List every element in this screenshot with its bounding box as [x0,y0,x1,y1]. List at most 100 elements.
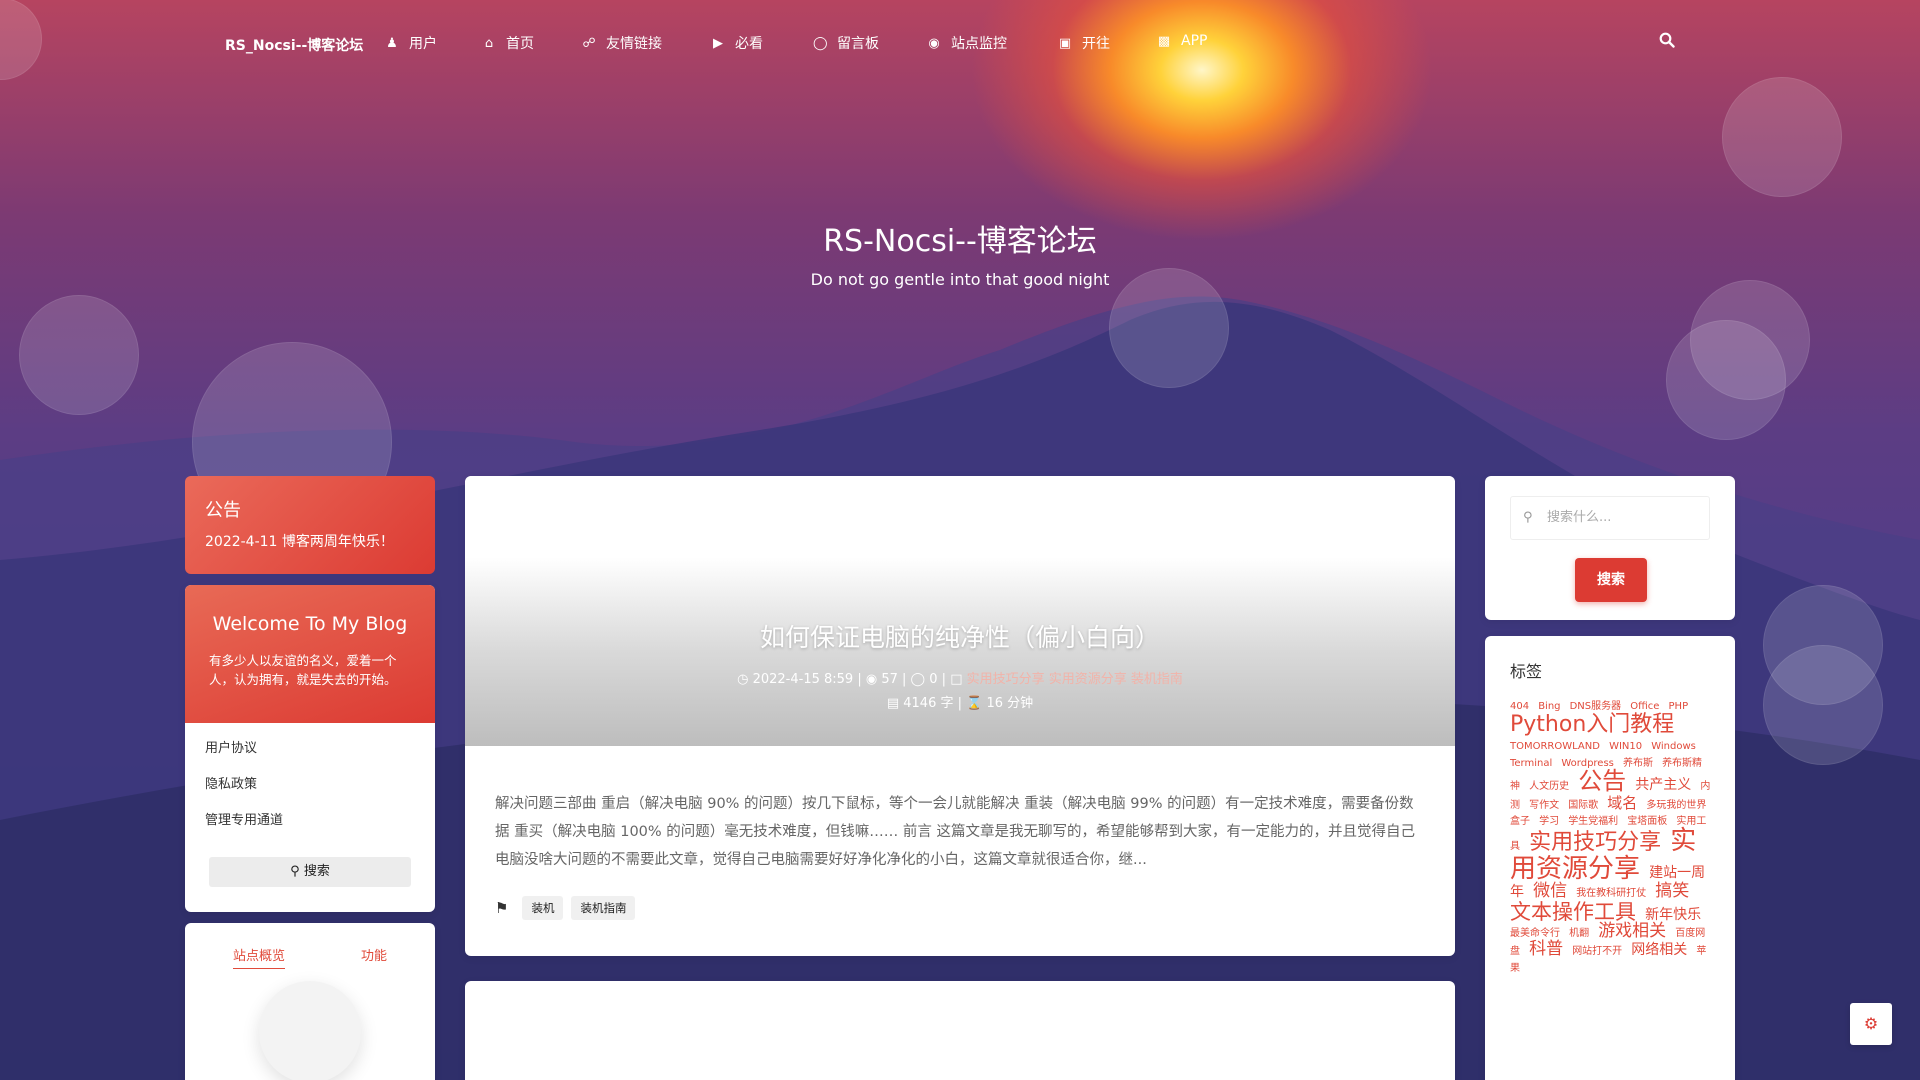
decor-bubble [1763,645,1883,765]
welcome-title: Welcome To My Blog [212,613,408,635]
site-subtitle: Do not go gentle into that good night [810,270,1110,289]
post-meta-stats: ▤ 4146 字 | ⌛ 16 分钟 [465,692,1455,711]
decor-bubble [1666,320,1786,440]
nav-item-mustread[interactable]: ▶ 必看 [711,33,763,53]
tag-cloud-item[interactable]: 网络相关 [1631,942,1687,958]
welcome-card: Welcome To My Blog 有多少人以友谊的名义，爱着一个人，认为拥有… [185,585,435,912]
tag-cloud-item[interactable]: 最美命令行 [1510,928,1560,939]
search-icon[interactable] [1659,32,1675,48]
tag-cloud: 404 Bing DNS服务器 Office PHP Python入门教程 TO… [1510,696,1715,975]
tag-cloud-item[interactable]: DNS服务器 [1570,701,1622,712]
tag-cloud-item[interactable]: 游戏相关 [1598,921,1666,941]
stats-card: 站点概览 功能 [185,923,435,1080]
tag-cloud-item[interactable]: TOMORROWLAND [1510,741,1600,752]
tag-cloud-item[interactable]: 养布斯 [1623,758,1653,769]
tag-cloud-item[interactable]: 机翻 [1569,928,1589,939]
nav-label: 用户 [409,36,437,52]
settings-button[interactable]: ⚙ [1850,1003,1892,1045]
nav-item-monitor[interactable]: ◉ 站点监控 [927,33,1007,53]
nav-item-app[interactable]: ▩ APP [1157,33,1208,49]
welcome-links: 用户协议 隐私政策 管理专用通道 [185,723,435,847]
welcome-search-button[interactable]: ⚲ 搜索 [209,857,411,887]
post-card [465,981,1455,1080]
post-tag[interactable]: 装机指南 [571,896,636,920]
site-brand[interactable]: RS_Nocsi--博客论坛 [225,35,363,55]
tag-cloud-item[interactable]: Bing [1538,701,1560,712]
tag-cloud-item[interactable]: 写作文 [1529,800,1559,811]
comment-icon: ◯ [813,35,828,51]
post-date: 2022-4-15 8:59 [752,672,854,687]
tag-cloud-item[interactable]: 域名 [1607,794,1637,812]
tags-icon: ⚑ [495,899,509,917]
nav-item-user[interactable]: ♟ 用户 [385,33,437,53]
tag-cloud-item[interactable]: 共产主义 [1635,777,1691,793]
tag-cloud-item[interactable]: 404 [1510,701,1529,712]
tag-cloud-item[interactable]: WIN10 [1609,741,1642,752]
post-cover[interactable]: 如何保证电脑的纯净性（偏小白向） ◷ 2022-4-15 8:59 | ◉ 57… [465,476,1455,746]
tag-cloud-item[interactable]: 科普 [1529,939,1563,959]
link-privacy-policy[interactable]: 隐私政策 [205,775,415,811]
tag-cloud-item[interactable]: 我在教科研打仗 [1576,888,1646,899]
hourglass-icon: ⌛ [966,696,983,711]
search-button[interactable]: 搜索 [1575,558,1647,602]
top-nav: RS_Nocsi--博客论坛 ♟ 用户 ⌂ 首页 ☍ 友情链接 ▶ 必看 ◯ 留… [0,0,1920,86]
post-card: 如何保证电脑的纯净性（偏小白向） ◷ 2022-4-15 8:59 | ◉ 57… [465,476,1455,956]
views-icon: ◉ [865,672,878,687]
nav-label: APP [1181,33,1208,49]
tag-cloud-item[interactable]: Terminal [1510,758,1552,769]
meta-divider: | [902,672,911,687]
search-icon: ⚲ [290,864,300,879]
megaphone-icon: ▶ [713,35,723,51]
tab-site-overview[interactable]: 站点概览 [233,945,286,969]
tag-cloud-item[interactable]: PHP [1669,701,1689,712]
welcome-text: 有多少人以友谊的名义，爱着一个人，认为拥有，就是失去的开始。 [209,653,397,687]
nav-label: 必看 [735,36,763,52]
briefcase-icon: ▩ [1157,33,1171,49]
meta-divider: | [857,672,866,687]
nav-item-guestbook[interactable]: ◯ 留言板 [813,33,879,53]
tab-functions[interactable]: 功能 [361,945,387,964]
notice-title: 公告 [205,500,241,521]
post-read-time: 16 分钟 [986,696,1034,711]
link-user-agreement[interactable]: 用户协议 [205,739,415,775]
tag-cloud-item[interactable]: 微信 [1533,881,1567,901]
decor-bubble [19,295,139,415]
tags-card: 标签 404 Bing DNS服务器 Office PHP Python入门教程… [1485,636,1735,1080]
tag-cloud-item[interactable]: 人文历史 [1529,781,1569,793]
tag-cloud-item[interactable]: 实用技巧分享 [1529,830,1661,855]
tag-cloud-item[interactable]: 网站打不开 [1572,946,1622,957]
meta-divider: | [957,696,967,711]
post-views: 57 [881,672,898,687]
post-title[interactable]: 如何保证电脑的纯净性（偏小白向） [465,618,1455,654]
tag-cloud-item[interactable]: 学生党福利 [1568,816,1618,828]
nav-label: 留言板 [837,36,879,52]
avatar [259,981,361,1080]
tag-cloud-item[interactable]: 搞笑 [1655,881,1689,901]
bookmark-icon: □ [950,672,963,687]
post-tags: ⚑ 装机 装机指南 [495,896,636,920]
tag-cloud-item[interactable]: Windows [1651,741,1696,752]
nav-label: 友情链接 [606,36,662,52]
post-tag[interactable]: 装机 [522,896,564,920]
link-admin-channel[interactable]: 管理专用通道 [205,811,415,847]
nav-item-home[interactable]: ⌂ 首页 [482,33,534,53]
document-icon: ▤ [886,696,900,711]
tag-cloud-item[interactable]: Python入门教程 [1510,712,1674,737]
search-placeholder: 搜索什么... [1547,510,1612,525]
gear-icon: ⚙ [1863,1014,1879,1033]
nav-item-travel[interactable]: ▣ 开往 [1058,33,1110,53]
tag-cloud-item[interactable]: 宝塔面板 [1627,816,1667,828]
tag-cloud-item[interactable]: 国际歌 [1568,800,1598,811]
comment-icon: ◯ [910,672,926,687]
search-input[interactable]: ⚲ 搜索什么... [1510,496,1710,540]
tag-cloud-item[interactable]: 公告 [1578,767,1626,795]
post-categories[interactable]: 实用技巧分享 实用资源分享 装机指南 [967,672,1183,687]
tag-cloud-item[interactable]: 学习 [1539,816,1559,828]
nav-item-links[interactable]: ☍ 友情链接 [582,33,662,53]
notice-card: 公告 2022-4-11 博客两周年快乐！ [185,476,435,574]
nav-label: 首页 [506,36,534,52]
decor-bubble [1722,77,1842,197]
post-meta: ◷ 2022-4-15 8:59 | ◉ 57 | ◯ 0 | □ 实用技巧分享… [465,668,1455,687]
tag-cloud-item[interactable]: Office [1630,701,1659,712]
meta-divider: | [941,672,951,687]
